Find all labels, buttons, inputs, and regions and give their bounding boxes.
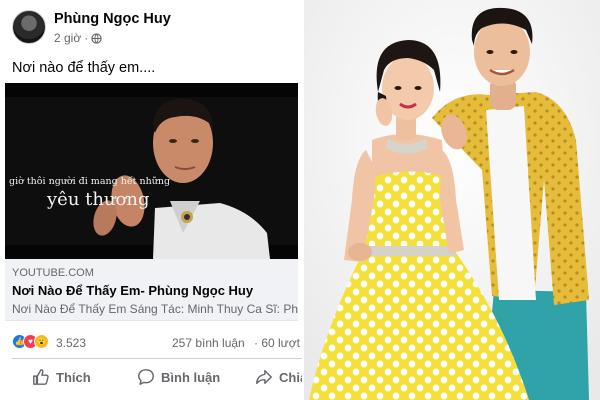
post-meta: 2 giờ · bbox=[54, 31, 102, 45]
avatar[interactable] bbox=[12, 10, 46, 44]
wow-reaction-icon: 😮 bbox=[34, 334, 49, 349]
link-description: Nơi Nào Để Thấy Em Sáng Tác: Minh Thuy C… bbox=[12, 302, 298, 316]
actions-divider bbox=[12, 358, 302, 359]
video-subtitle-big: yêu thương bbox=[47, 189, 150, 210]
comment-label: Bình luận bbox=[161, 369, 221, 385]
share-button[interactable]: Chia bbox=[255, 368, 302, 386]
post-actions: Thích Bình luận Chia bbox=[0, 364, 302, 398]
video-singer-image bbox=[5, 83, 298, 259]
globe-icon bbox=[91, 32, 102, 44]
like-label: Thích bbox=[56, 369, 91, 385]
couple-photo-illustration bbox=[304, 0, 600, 400]
comment-bubble-icon bbox=[138, 369, 154, 385]
like-button[interactable]: Thích bbox=[32, 368, 91, 386]
facebook-post: Phùng Ngọc Huy 2 giờ · Nơi nào để thấy e… bbox=[0, 0, 302, 400]
share-arrow-icon bbox=[256, 369, 272, 385]
meta-separator: · bbox=[84, 31, 89, 45]
link-title[interactable]: Nơi Nào Để Thấy Em- Phùng Ngọc Huy bbox=[12, 283, 253, 298]
post-text: Nơi nào để thấy em.... bbox=[12, 60, 156, 76]
couple-photo bbox=[304, 0, 600, 400]
reaction-count[interactable]: 3.523 bbox=[56, 336, 86, 350]
video-thumbnail[interactable]: giờ thôi người đi mang hết những yêu thư… bbox=[5, 83, 298, 259]
link-domain: YOUTUBE.COM bbox=[12, 267, 94, 279]
comments-count[interactable]: 257 bình luận bbox=[172, 336, 245, 350]
reaction-icons[interactable]: 👍 ♥ 😮 bbox=[12, 334, 49, 349]
share-label: Chia bbox=[279, 369, 302, 385]
thumbs-up-icon bbox=[33, 369, 49, 385]
post-header: Phùng Ngọc Huy 2 giờ · bbox=[12, 8, 298, 48]
video-subtitle-small: giờ thôi người đi mang hết những bbox=[9, 176, 171, 187]
comment-button[interactable]: Bình luận bbox=[137, 368, 220, 386]
link-preview-card[interactable]: YOUTUBE.COM Nơi Nào Để Thấy Em- Phùng Ng… bbox=[5, 259, 298, 321]
post-time[interactable]: 2 giờ bbox=[54, 31, 81, 45]
shares-count[interactable]: · 60 lượt c bbox=[254, 336, 302, 350]
post-stats: 👍 ♥ 😮 3.523 257 bình luận · 60 lượt c bbox=[12, 334, 302, 354]
author-name[interactable]: Phùng Ngọc Huy bbox=[54, 11, 171, 27]
